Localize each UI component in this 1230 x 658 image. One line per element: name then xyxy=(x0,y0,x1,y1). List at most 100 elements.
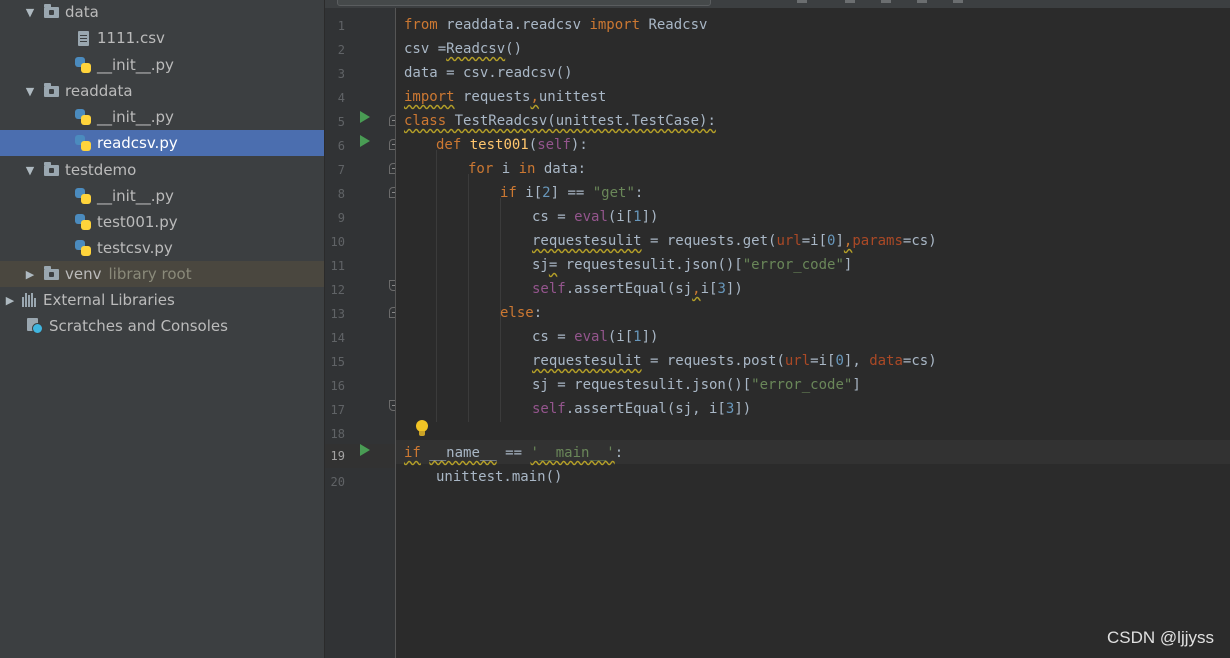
code-line: sj = requestesulit.json()["error_code"] xyxy=(532,377,861,393)
project-tree: ▼ data 1111.csv __init__.py ▼ readdata _… xyxy=(0,0,325,658)
line-number: 8 xyxy=(337,187,345,201)
run-icon[interactable] xyxy=(360,135,370,147)
code-line: self.assertEqual(sj, i[3]) xyxy=(532,401,752,417)
tree-item-label: __init__.py xyxy=(97,56,174,74)
scratches-icon xyxy=(26,317,44,335)
editor-toolbar xyxy=(325,0,1230,8)
lightbulb-icon[interactable] xyxy=(416,420,428,436)
chevron-right-icon[interactable]: ▶ xyxy=(4,294,16,307)
tree-item-label: test001.py xyxy=(97,213,178,231)
tree-item-label: Scratches and Consoles xyxy=(49,317,228,335)
line-number: 3 xyxy=(337,67,345,81)
toolbar-icon[interactable] xyxy=(845,0,855,3)
code-line: if i[2] == "get": xyxy=(500,185,644,201)
python-file-icon xyxy=(74,213,92,231)
line-number: 9 xyxy=(337,211,345,225)
tree-item-label: testcsv.py xyxy=(97,239,173,257)
folder-icon xyxy=(42,161,60,179)
code-line: from readdata.readcsv import Readcsv xyxy=(404,17,708,33)
line-number: 20 xyxy=(330,475,345,489)
python-file-icon xyxy=(74,108,92,126)
editor-gutter: 1 2 3 4 5 6 7 8 9 10 11 12 13 14 15 16 1… xyxy=(325,8,400,658)
tree-item-label: data xyxy=(65,3,99,21)
python-file-icon xyxy=(74,56,92,74)
code-line: self.assertEqual(sj,i[3]) xyxy=(532,281,743,297)
folder-icon xyxy=(42,3,60,21)
tree-item-test001-py[interactable]: test001.py xyxy=(0,209,324,235)
code-line: cs = eval(i[1]) xyxy=(532,209,659,225)
tree-item-label: venv xyxy=(65,265,102,283)
toolbar-icon[interactable] xyxy=(917,0,927,3)
run-icon[interactable] xyxy=(360,111,370,123)
toolbar-icon[interactable] xyxy=(953,0,963,3)
watermark: CSDN @ljjyss xyxy=(1107,628,1214,647)
chevron-right-icon[interactable]: ▶ xyxy=(24,268,36,281)
line-number: 17 xyxy=(330,403,345,417)
code-line: sj= requestesulit.json()["error_code"] xyxy=(532,257,853,273)
code-line: data = csv.readcsv() xyxy=(404,65,573,81)
code-editor[interactable]: from readdata.readcsv import Readcsv csv… xyxy=(396,8,1230,658)
tree-item-label: __init__.py xyxy=(97,187,174,205)
code-line: def test001(self): xyxy=(436,137,588,153)
python-file-icon xyxy=(74,187,92,205)
folder-icon xyxy=(42,265,60,283)
tree-item-scratches-and-consoles[interactable]: Scratches and Consoles xyxy=(0,313,324,339)
tree-item-data-folder[interactable]: ▼ data xyxy=(0,0,324,25)
code-line: csv =Readcsv() xyxy=(404,41,523,57)
csv-file-icon xyxy=(74,29,92,47)
indent-guide xyxy=(436,150,437,422)
indent-guide xyxy=(468,174,469,422)
tree-item-label: External Libraries xyxy=(43,291,175,309)
tree-item-label: testdemo xyxy=(65,161,137,179)
code-line: import requests,unittest xyxy=(404,89,607,105)
code-line: cs = eval(i[1]) xyxy=(532,329,659,345)
line-number: 16 xyxy=(330,379,345,393)
line-number: 1 xyxy=(337,19,345,33)
line-number: 13 xyxy=(330,307,345,321)
line-number: 10 xyxy=(330,235,345,249)
chevron-down-icon[interactable]: ▼ xyxy=(24,85,36,98)
line-number: 14 xyxy=(330,331,345,345)
line-number: 15 xyxy=(330,355,345,369)
tree-item-label: __init__.py xyxy=(97,108,174,126)
tree-item-label: readdata xyxy=(65,82,133,100)
library-root-label: library root xyxy=(108,265,192,283)
line-number: 11 xyxy=(330,259,345,273)
tree-item-testcsv-py[interactable]: testcsv.py xyxy=(0,235,324,261)
tree-item-readdata-folder[interactable]: ▼ readdata xyxy=(0,78,324,104)
toolbar-icon[interactable] xyxy=(797,0,807,3)
code-line: class TestReadcsv(unittest.TestCase): xyxy=(404,113,716,129)
code-line: requestesulit = requests.post(url=i[0], … xyxy=(532,353,937,369)
code-line: else: xyxy=(500,305,543,321)
tree-item-readcsv-py[interactable]: readcsv.py xyxy=(0,130,324,156)
line-number: 6 xyxy=(337,139,345,153)
code-line: if __name__ == '__main__': xyxy=(404,445,624,461)
line-number: 5 xyxy=(337,115,345,129)
tree-item-readdata-init-py[interactable]: __init__.py xyxy=(0,104,324,130)
code-line: unittest.main() xyxy=(436,469,563,485)
tree-item-testdemo-folder[interactable]: ▼ testdemo xyxy=(0,157,324,183)
python-file-icon xyxy=(74,134,92,152)
tree-item-data-init-py[interactable]: __init__.py xyxy=(0,52,324,78)
run-icon[interactable] xyxy=(360,444,370,456)
tree-item-external-libraries[interactable]: ▶ External Libraries xyxy=(0,287,324,313)
toolbar-icon[interactable] xyxy=(881,0,891,3)
tree-item-venv-folder[interactable]: ▶ venv library root xyxy=(0,261,324,287)
tree-item-testdemo-init-py[interactable]: __init__.py xyxy=(0,183,324,209)
line-number: 12 xyxy=(330,283,345,297)
line-number: 4 xyxy=(337,91,345,105)
line-number: 7 xyxy=(337,163,345,177)
chevron-down-icon[interactable]: ▼ xyxy=(24,164,36,177)
code-line: requestesulit = requests.get(url=i[0],pa… xyxy=(532,233,937,249)
line-number: 18 xyxy=(330,427,345,441)
tree-item-label: readcsv.py xyxy=(97,134,178,152)
editor-tab[interactable] xyxy=(337,0,711,6)
tree-item-label: 1111.csv xyxy=(97,29,165,47)
line-number: 2 xyxy=(337,43,345,57)
library-icon xyxy=(20,291,38,309)
code-line: for i in data: xyxy=(468,161,587,177)
chevron-down-icon[interactable]: ▼ xyxy=(24,6,36,19)
python-file-icon xyxy=(74,239,92,257)
folder-icon xyxy=(42,82,60,100)
tree-item-1111-csv[interactable]: 1111.csv xyxy=(0,25,324,51)
